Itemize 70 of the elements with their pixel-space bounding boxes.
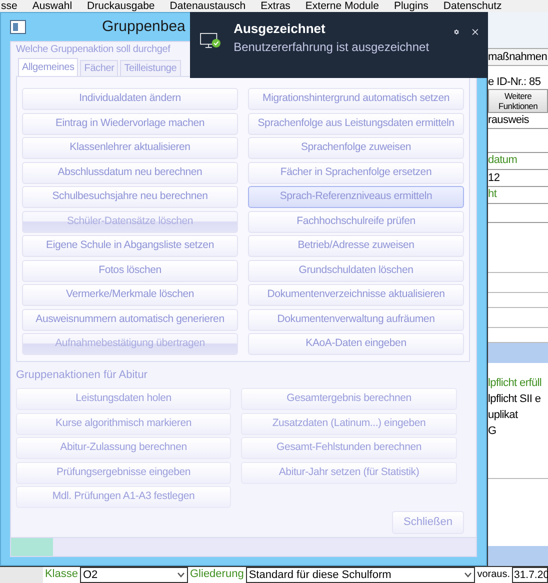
action-button[interactable]: Eigene Schule in Abgangsliste setzen (22, 235, 238, 257)
action-button[interactable]: Zusatzdaten (Latinum...) eingeben (241, 412, 457, 434)
class-dropdown[interactable]: O2 (80, 567, 188, 583)
group-label: Welche Gruppenaktion soll durchgef (16, 43, 170, 57)
note-text: uplikat (488, 408, 519, 423)
field-label: Gliederung (189, 567, 245, 582)
menu-item[interactable]: Auswahl (32, 0, 72, 12)
notification-title: Ausgezeichnet (234, 20, 326, 37)
action-button[interactable]: Prüfungsergebnisse eingeben (16, 462, 231, 484)
more-functions-button[interactable]: Weitere Funktionen (488, 89, 548, 113)
action-button[interactable]: Fächer in Sprachenfolge ersetzen (248, 162, 464, 184)
action-button[interactable]: Fachhochschulreife prüfen (248, 210, 464, 232)
tab[interactable]: Teilleistunge (120, 60, 181, 76)
field-label: voraus. (476, 568, 511, 582)
action-button[interactable]: Dokumentenverwaltung aufräumen (248, 308, 464, 330)
note-text: lpflicht SII e (488, 392, 542, 407)
text-field[interactable] (488, 203, 548, 223)
menu-item[interactable]: Datenaustausch (170, 0, 246, 12)
action-button[interactable]: Fotos löschen (22, 260, 238, 282)
menu-item[interactable]: Plugins (394, 0, 428, 12)
action-button[interactable]: Abitur-Zulassung berechnen (16, 437, 231, 459)
close-icon[interactable] (472, 26, 478, 38)
window-icon (10, 19, 26, 35)
action-button[interactable]: Individualdaten ändern (22, 88, 238, 110)
action-button[interactable]: Kurse algorithmisch markieren (16, 412, 231, 434)
note-text: lpflicht erfüll (488, 376, 543, 391)
action-button[interactable]: Migrationshintergrund automatisch setzen (248, 88, 464, 110)
row-header (0, 567, 43, 583)
id-label: e ID-Nr.: 85 (488, 75, 542, 89)
action-button[interactable]: Mdl. Prüfungen A1-A3 festlegen (16, 486, 231, 508)
section-band (488, 343, 548, 363)
menu-item[interactable]: sse (1, 0, 18, 12)
menu-item[interactable]: Datenschutz (443, 0, 502, 12)
action-button[interactable]: Betrieb/Adresse zuweisen (248, 235, 464, 257)
section-header: maßnahmen (488, 48, 548, 66)
action-button[interactable]: Dokumentenverzeichnisse aktualisieren (248, 284, 464, 306)
structure-dropdown[interactable]: Standard für diese Schulform (246, 567, 476, 583)
group-label: Gruppenaktionen für Abitur (16, 368, 148, 382)
action-button[interactable]: Gesamtergebnis berechnen (241, 388, 457, 410)
action-button[interactable]: Abitur-Jahr setzen (für Statistik) (241, 462, 457, 484)
action-button[interactable]: Klassenlehrer aktualisieren (22, 137, 238, 159)
close-button[interactable]: Schließen (392, 511, 464, 534)
tab[interactable]: Fächer (80, 60, 118, 76)
field-label: datum (488, 153, 518, 168)
action-button[interactable]: Leistungsdaten holen (16, 388, 231, 410)
text-field[interactable]: rausweis (488, 113, 548, 129)
field-label: Klasse (44, 567, 79, 582)
notification-message: Benutzererfahrung ist ausgezeichnet (234, 39, 430, 55)
action-button[interactable]: Sprachenfolge aus Leistungsdaten ermitteln (248, 112, 464, 134)
action-button[interactable]: KAoA-Daten eingeben (248, 333, 464, 355)
action-button[interactable]: Ausweisnummern automatisch generieren (22, 308, 238, 330)
action-button[interactable]: Vermerke/Merkmale löschen (22, 284, 238, 306)
action-button[interactable]: Abschlussdatum neu berechnen (22, 162, 238, 184)
note-text: G (488, 424, 498, 439)
action-button[interactable]: Gesamt-Fehlstunden berechnen (241, 437, 457, 459)
menu-item[interactable]: Druckausgabe (87, 0, 155, 12)
field-label: ht (488, 187, 498, 202)
chevron-icon (464, 572, 472, 578)
action-button[interactable]: Eintrag in Wiedervorlage machen (22, 112, 238, 134)
action-button[interactable]: Grundschuldaten löschen (248, 260, 464, 282)
action-button[interactable]: Sprach-Referenzniveaus ermitteln (248, 186, 464, 208)
window-title: Gruppenbea (102, 16, 186, 37)
section-band (488, 546, 548, 566)
tab[interactable]: Allgemeines (18, 58, 78, 76)
action-button[interactable]: Sprachenfolge zuweisen (248, 137, 464, 159)
text-field[interactable]: 12 (488, 169, 548, 187)
menu-item[interactable]: Extras (260, 0, 290, 12)
chevron-icon (177, 572, 185, 578)
action-button[interactable]: Schulbesuchsjahre neu berechnen (22, 186, 238, 208)
menu-item[interactable]: Externe Module (305, 0, 379, 12)
